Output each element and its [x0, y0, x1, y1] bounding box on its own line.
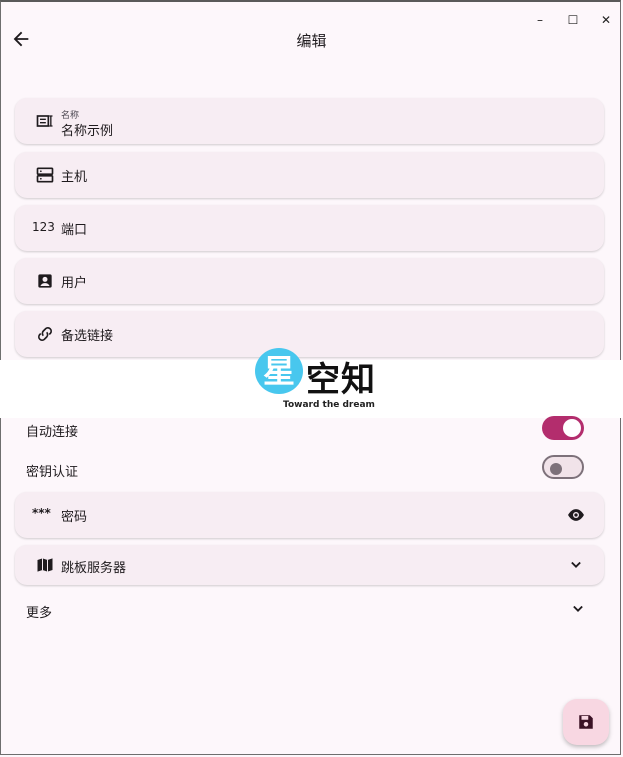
auto-connect-label: 自动连接: [26, 425, 79, 440]
link-icon: [38, 327, 52, 341]
jump-server-field-label: 跳板服务器: [61, 561, 127, 576]
chevron-down-icon[interactable]: [568, 599, 588, 619]
save-floppy-icon: [579, 715, 593, 729]
user-field[interactable]: 用户: [15, 258, 604, 304]
alt-link-field-label: 备选链接: [61, 329, 114, 344]
password-field-label: 密码: [61, 510, 88, 525]
host-field[interactable]: 主机: [15, 152, 604, 198]
page-title: 编辑: [296, 32, 327, 50]
server-icon: [36, 167, 54, 183]
user-field-label: 用户: [61, 276, 88, 291]
password-field[interactable]: *** 密码: [15, 492, 604, 538]
name-field[interactable]: 名称 名称示例: [15, 98, 604, 144]
key-auth-label: 密钥认证: [26, 465, 79, 480]
password-asterisk-icon: ***: [32, 506, 51, 520]
eye-visibility-icon[interactable]: [566, 505, 586, 525]
chevron-down-icon[interactable]: [566, 555, 586, 575]
name-field-value: 名称示例: [61, 124, 114, 139]
port-field-label: 端口: [61, 223, 88, 238]
label-tag-icon: [36, 115, 53, 127]
app-bar: 编辑: [0, 20, 623, 62]
alt-link-field[interactable]: 备选链接: [15, 311, 604, 357]
watermark-logo-badge: 星: [255, 348, 303, 394]
port-field[interactable]: 123 端口: [15, 205, 604, 251]
host-field-label: 主机: [61, 170, 88, 185]
key-auth-switch[interactable]: [542, 455, 584, 479]
auto-connect-switch[interactable]: [542, 416, 584, 440]
map-icon: [37, 558, 53, 572]
more-label[interactable]: 更多: [26, 602, 52, 621]
switch-knob: [550, 463, 562, 475]
jump-server-field[interactable]: 跳板服务器: [15, 545, 604, 585]
watermark-logo-text: 空知: [306, 360, 376, 400]
account-box-icon: [38, 274, 52, 288]
watermark-slogan: Toward the dream: [283, 400, 375, 410]
numbers-icon: 123: [32, 220, 55, 234]
save-button[interactable]: [563, 699, 609, 745]
switch-knob: [563, 419, 581, 437]
